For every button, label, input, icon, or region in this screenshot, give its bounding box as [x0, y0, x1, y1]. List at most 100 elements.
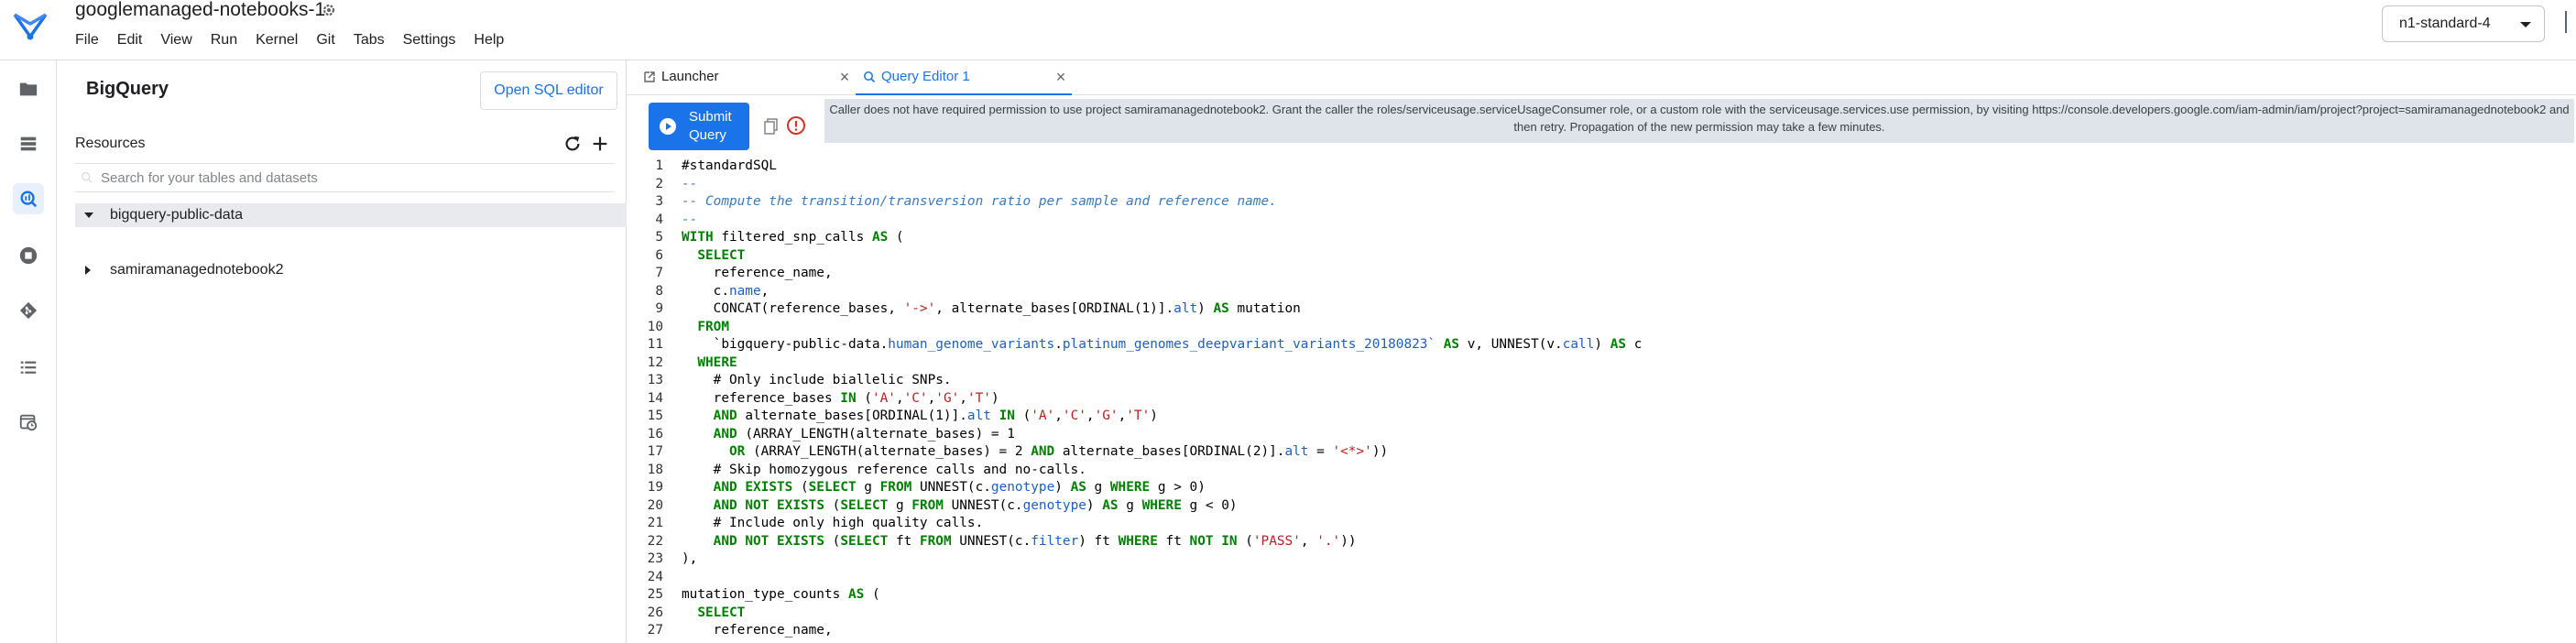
code-line[interactable]: 22 AND NOT EXISTS (SELECT ft FROM UNNEST…: [627, 533, 2576, 551]
code-text: WITH filtered_snp_calls AS (: [682, 230, 904, 245]
notification-icon[interactable]: [2565, 11, 2576, 33]
code-text: AND EXISTS (SELECT g FROM UNNEST(c.genot…: [713, 480, 1206, 495]
bigquery-icon: [20, 191, 38, 208]
code-text: # Include only high quality calls.: [682, 516, 984, 530]
copy-icon[interactable]: [762, 117, 780, 136]
git-icon: [19, 301, 38, 320]
line-number: 19: [647, 480, 663, 495]
refresh-icon[interactable]: [562, 134, 583, 154]
code-line[interactable]: 1 #standardSQL: [627, 158, 2576, 176]
code-text: reference_bases IN ('A','C','G','T'): [682, 390, 999, 406]
menu-run[interactable]: Run: [202, 27, 246, 53]
tree-item-samiramanagednotebook2[interactable]: samiramanagednotebook2: [75, 258, 671, 282]
code-line[interactable]: 19 AND EXISTS (SELECT g FROM UNNEST(c.ge…: [627, 479, 2576, 497]
menu-view[interactable]: View: [151, 27, 201, 53]
close-icon[interactable]: ×: [1052, 60, 1070, 93]
machine-type-select[interactable]: n1-standard-4: [2382, 5, 2545, 42]
code-line[interactable]: 10 FROM: [627, 319, 2576, 337]
code-line[interactable]: 7 reference_name,: [627, 265, 2576, 283]
table-of-contents-tab[interactable]: [13, 352, 44, 383]
code-text: AND NOT EXISTS (SELECT ft FROM UNNEST(c.…: [713, 533, 1357, 549]
file-browser-tab[interactable]: [13, 73, 44, 104]
code-text: reference_name,: [682, 266, 833, 280]
tab-label: Launcher: [661, 69, 719, 84]
code-line[interactable]: 24: [627, 569, 2576, 587]
line-number: 14: [647, 390, 663, 406]
line-number: 18: [647, 462, 663, 477]
code-text: FROM: [697, 319, 729, 334]
running-kernels-tab[interactable]: [13, 240, 44, 271]
line-number: 2: [655, 176, 663, 191]
line-number: 5: [655, 230, 663, 245]
git-tab[interactable]: [13, 295, 44, 326]
code-line[interactable]: 23),: [627, 550, 2576, 569]
menu-git[interactable]: Git: [307, 27, 344, 53]
code-text: AND NOT EXISTS (SELECT g FROM UNNEST(c.g…: [713, 497, 1238, 513]
code-text: WHERE: [697, 354, 737, 370]
line-number: 26: [647, 605, 663, 620]
code-line[interactable]: 6 SELECT: [627, 247, 2576, 266]
code-line[interactable]: 12 WHERE: [627, 354, 2576, 373]
code-editor[interactable]: 1 #standardSQL 2 -- 3 -- Compute the transiti…: [627, 158, 2576, 643]
running-terminals-tab[interactable]: [13, 128, 44, 159]
scheduler-tab[interactable]: [13, 407, 44, 438]
code-line[interactable]: 20 AND NOT EXISTS (SELECT g FROM UNNEST(…: [627, 497, 2576, 516]
menu-settings[interactable]: Settings: [394, 27, 465, 53]
bigquery-panel: BigQuery Open SQL editor Resources bigqu…: [57, 60, 671, 643]
code-line[interactable]: 21 # Include only high quality calls.: [627, 515, 2576, 533]
left-icon-rail: [0, 60, 57, 643]
code-line[interactable]: 14 reference_bases IN ('A','C','G','T'): [627, 390, 2576, 409]
code-line[interactable]: 9 CONCAT(reference_bases, '->', alternat…: [627, 300, 2576, 319]
tab-bar: Launcher × Query Editor 1 ×: [627, 60, 2576, 95]
code-line[interactable]: 4 --: [627, 212, 2576, 230]
code-line[interactable]: 5 WITH filtered_snp_calls AS (: [627, 229, 2576, 247]
line-number: 27: [647, 623, 663, 638]
close-icon[interactable]: ×: [835, 60, 854, 93]
code-text: ),: [682, 551, 698, 566]
tab-label: Query Editor 1: [881, 69, 970, 84]
add-icon[interactable]: [590, 134, 610, 154]
menu-edit[interactable]: Edit: [108, 27, 152, 53]
search-icon: [82, 172, 93, 183]
code-text: OR (ARRAY_LENGTH(alternate_bases) = 2 AN…: [728, 444, 1389, 459]
line-number: 25: [647, 587, 663, 602]
code-line[interactable]: 26 SELECT: [627, 605, 2576, 623]
query-editor-icon: [864, 71, 876, 83]
code-line[interactable]: 13 # Only include biallelic SNPs.: [627, 372, 2576, 390]
error-message: Caller does not have required permission…: [824, 99, 2574, 143]
caret-down-icon[interactable]: [84, 213, 93, 218]
code-text: -- Compute the transition/transversion r…: [682, 194, 1277, 209]
code-line[interactable]: 18 # Skip homozygous reference calls and…: [627, 462, 2576, 480]
code-line[interactable]: 15 AND alternate_bases[ORDINAL(1)].alt I…: [627, 408, 2576, 426]
caret-right-icon[interactable]: [85, 266, 91, 275]
tab-query-editor[interactable]: Query Editor 1 ×: [856, 60, 1072, 95]
vertex-ai-logo-icon[interactable]: [9, 5, 51, 48]
code-line[interactable]: 16 AND (ARRAY_LENGTH(alternate_bases) = …: [627, 426, 2576, 444]
bigquery-tab[interactable]: [13, 183, 44, 214]
error-icon: [787, 116, 805, 135]
code-line[interactable]: 8 c.name,: [627, 283, 2576, 301]
search-input[interactable]: [101, 164, 605, 191]
tab-launcher[interactable]: Launcher ×: [636, 60, 849, 95]
code-line[interactable]: 17 OR (ARRAY_LENGTH(alternate_bases) = 2…: [627, 443, 2576, 462]
code-text: --: [682, 212, 698, 227]
menu-tabs[interactable]: Tabs: [344, 27, 394, 53]
line-number: 10: [647, 319, 663, 334]
code-line[interactable]: 2 --: [627, 176, 2576, 194]
open-sql-editor-button[interactable]: Open SQL editor: [480, 71, 617, 110]
search-box: [75, 163, 614, 192]
menu-bar: File Edit View Run Kernel Git Tabs Setti…: [66, 27, 513, 53]
code-line[interactable]: 27 reference_name,: [627, 622, 2576, 640]
menu-help[interactable]: Help: [464, 27, 513, 53]
code-line[interactable]: 3 -- Compute the transition/transversion …: [627, 193, 2576, 212]
tree-item-bigquery-public-data[interactable]: bigquery-public-data: [75, 203, 671, 227]
code-line[interactable]: 11 `bigquery-public-data.human_genome_va…: [627, 336, 2576, 354]
top-bar: googlemanaged-notebooks-1 File Edit View…: [0, 0, 2576, 60]
menu-file[interactable]: File: [66, 27, 108, 53]
line-number: 4: [655, 212, 663, 227]
submit-query-button[interactable]: Submit Query: [649, 103, 749, 150]
code-line[interactable]: 25 mutation_type_counts AS (: [627, 586, 2576, 605]
play-icon: [660, 118, 676, 135]
menu-kernel[interactable]: Kernel: [246, 27, 307, 53]
settings-gear-icon[interactable]: [321, 2, 337, 18]
